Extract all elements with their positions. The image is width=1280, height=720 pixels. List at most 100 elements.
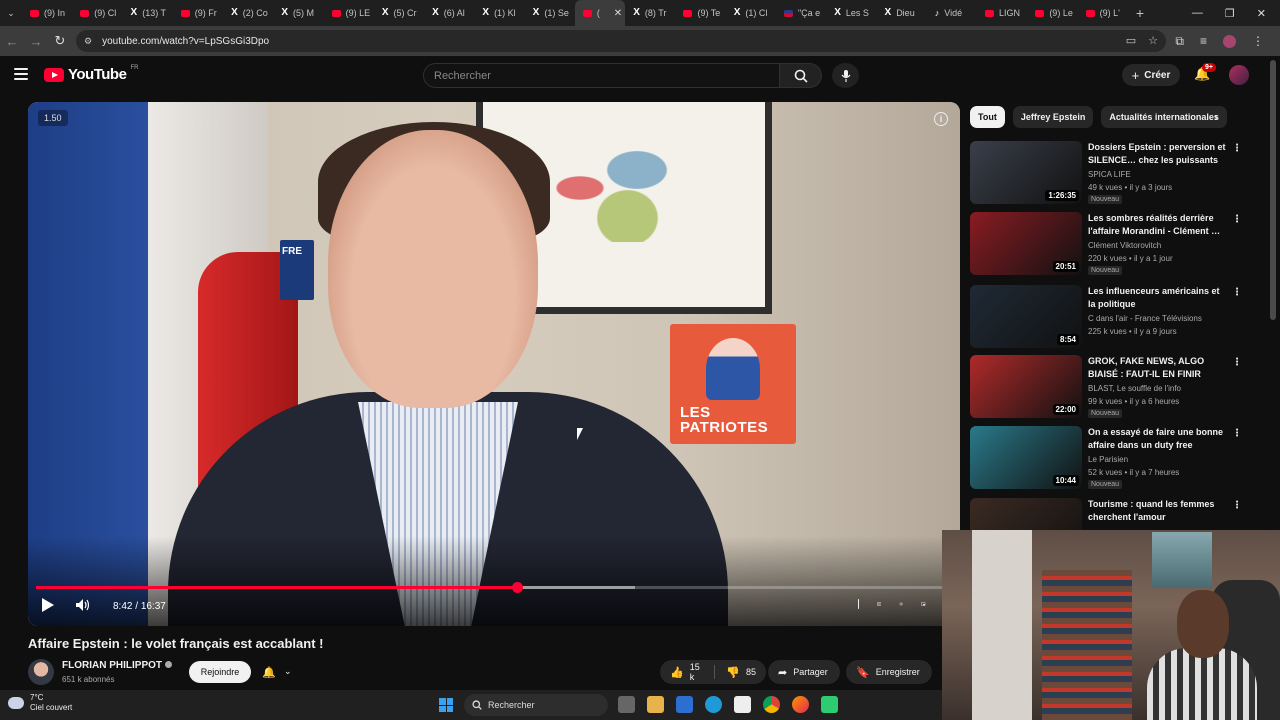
browser-tab[interactable]: (9) Fr <box>173 0 223 26</box>
filter-chip[interactable]: Tout <box>970 106 1005 128</box>
recommended-video[interactable]: 8:54 Les influenceurs américains et la po… <box>970 285 1250 351</box>
recommended-channel[interactable]: Clément Viktorovitch <box>1088 241 1161 250</box>
video-thumbnail[interactable]: 22:00 <box>970 355 1082 418</box>
store-icon[interactable] <box>676 696 693 713</box>
cast-icon[interactable]: ▭ <box>1126 34 1136 47</box>
recommended-channel[interactable]: C dans l'air - France Télévisions <box>1088 314 1202 323</box>
more-options-icon[interactable]: ⋮ <box>1232 214 1242 225</box>
browser-tab[interactable]: (9) Le <box>1027 0 1077 26</box>
browser-tab[interactable]: X (5) Cr <box>374 0 424 26</box>
profile-avatar[interactable] <box>1223 34 1236 48</box>
progress-bar[interactable] <box>36 582 944 593</box>
chrome-icon[interactable] <box>763 696 780 713</box>
browser-tab[interactable]: (9) Cl <box>72 0 122 26</box>
filter-chip[interactable]: Jeffrey Epstein <box>1012 106 1094 128</box>
browser-tab[interactable]: X (1) Cl <box>726 0 776 26</box>
autoplay-toggle[interactable] <box>858 599 859 609</box>
spotify-like-icon[interactable] <box>821 696 838 713</box>
miniplayer-icon[interactable] <box>921 599 926 609</box>
channel-avatar[interactable] <box>28 659 54 685</box>
recommended-title[interactable]: Tourisme : quand les femmes cherchent l'… <box>1088 498 1228 524</box>
close-tab-icon[interactable]: ✕ <box>614 8 622 19</box>
browser-tab[interactable]: LIGN <box>977 0 1027 26</box>
browser-tab[interactable]: (9) In <box>22 0 72 26</box>
reload-icon[interactable]: ↻ <box>48 33 72 49</box>
share-button[interactable]: ➦ Partager <box>768 660 840 684</box>
video-thumbnail[interactable]: 8:54 <box>970 285 1082 348</box>
tab-search-icon[interactable]: ⌄ <box>0 0 22 26</box>
recommended-video[interactable]: 22:00 GROK, FAKE NEWS, ALGO BIAISÉ : FAUT… <box>970 355 1250 421</box>
search-input[interactable]: Rechercher <box>423 63 780 88</box>
store-bag-icon[interactable] <box>734 696 751 713</box>
page-scrollbar[interactable] <box>1270 60 1276 320</box>
task-view-icon[interactable] <box>618 696 635 713</box>
extensions-icon[interactable]: ⧉ <box>1175 34 1184 49</box>
browser-tab[interactable]: X (1) Se <box>525 0 575 26</box>
weather-widget[interactable]: 7°C Ciel couvert <box>8 693 72 713</box>
firefox-icon[interactable] <box>792 696 809 713</box>
youtube-logo[interactable]: YouTube FR <box>44 65 138 83</box>
edge-icon[interactable] <box>705 696 722 713</box>
recommended-title[interactable]: Les sombres réalités derrière l'affaire … <box>1088 212 1228 238</box>
recommended-title[interactable]: Les influenceurs américains et la politi… <box>1088 285 1228 311</box>
browser-tab[interactable]: X (5) M <box>273 0 323 26</box>
settings-gear-icon[interactable] <box>899 599 903 609</box>
browser-tab[interactable]: X (8) Tr <box>625 0 675 26</box>
chevron-right-icon[interactable]: › <box>1214 110 1218 124</box>
more-options-icon[interactable]: ⋮ <box>1232 428 1242 439</box>
browser-tab[interactable]: (✕ <box>574 0 626 26</box>
bookmark-star-icon[interactable]: ☆ <box>1148 34 1158 47</box>
video-thumbnail[interactable]: 10:44 <box>970 426 1082 489</box>
recommended-title[interactable]: GROK, FAKE NEWS, ALGO BIAISÉ : FAUT-IL E… <box>1088 355 1228 381</box>
browser-tab[interactable]: (9) Te <box>675 0 725 26</box>
browser-tab[interactable]: X (1) Kl <box>474 0 524 26</box>
more-options-icon[interactable]: ⋮ <box>1232 500 1242 511</box>
recommended-title[interactable]: Dossiers Epstein : perversion et SILENCE… <box>1088 141 1228 167</box>
recommended-channel[interactable]: Le Parisien <box>1088 455 1128 464</box>
filter-chip[interactable]: Actualités internationales <box>1101 106 1227 128</box>
video-thumbnail[interactable]: 1:26:35 <box>970 141 1082 204</box>
browser-tab[interactable]: X Les S <box>826 0 876 26</box>
browser-tab[interactable]: ♪ Vidé <box>927 0 977 26</box>
back-icon[interactable]: ← <box>0 34 24 49</box>
maximize-icon[interactable]: ❐ <box>1225 7 1235 20</box>
like-count[interactable]: 15 k <box>690 662 702 682</box>
more-options-icon[interactable]: ⋮ <box>1232 357 1242 368</box>
thumbs-down-icon[interactable]: 👎 <box>726 666 740 679</box>
browser-tab[interactable]: X (6) Al <box>424 0 474 26</box>
info-icon[interactable]: i <box>934 112 948 126</box>
volume-icon[interactable] <box>76 599 90 611</box>
join-button[interactable]: Rejoindre <box>189 661 251 683</box>
forward-icon[interactable]: → <box>24 34 48 49</box>
taskbar-search[interactable]: Rechercher <box>464 694 608 716</box>
chevron-down-icon[interactable]: ⌄ <box>284 666 292 677</box>
voice-search-button[interactable] <box>832 63 859 88</box>
play-icon[interactable] <box>42 598 54 612</box>
subscription-bell-icon[interactable]: 🔔 <box>262 666 276 679</box>
media-icon[interactable]: ≡ <box>1200 34 1207 48</box>
channel-name[interactable]: FLORIAN PHILIPPOT <box>62 660 162 671</box>
search-button[interactable] <box>780 63 822 88</box>
browser-tab[interactable]: (9) L' <box>1078 0 1128 26</box>
recommended-video[interactable]: 1:26:35 Dossiers Epstein : perversion et … <box>970 141 1250 207</box>
browser-tab[interactable]: X (13) T <box>123 0 173 26</box>
browser-tab[interactable]: "Ça e <box>776 0 826 26</box>
minimize-icon[interactable]: — <box>1192 7 1203 20</box>
account-avatar[interactable] <box>1229 65 1249 85</box>
recommended-channel[interactable]: BLAST, Le souffle de l'info <box>1088 384 1181 393</box>
video-thumbnail[interactable]: 20:51 <box>970 212 1082 275</box>
file-explorer-icon[interactable] <box>647 696 664 713</box>
new-tab-icon[interactable]: + <box>1128 5 1152 21</box>
url-input[interactable]: ⚙ youtube.com/watch?v=LpSGsGi3Dpo ▭ ☆ <box>76 30 1166 52</box>
subtitles-icon[interactable] <box>876 599 882 609</box>
browser-menu-icon[interactable]: ⋮ <box>1252 34 1264 48</box>
save-button[interactable]: 🔖 Enregistrer <box>846 660 932 684</box>
close-window-icon[interactable]: ✕ <box>1257 7 1266 20</box>
video-player[interactable]: FRE LES PATRIOTES 1.50 i 8:42 / 16:37 <box>28 102 960 626</box>
recommended-video[interactable]: 20:51 Les sombres réalités derrière l'aff… <box>970 212 1250 278</box>
browser-tab[interactable]: X Dieu <box>877 0 927 26</box>
site-info-icon[interactable]: ⚙ <box>84 36 92 47</box>
dislike-count[interactable]: 85 <box>746 667 756 677</box>
create-button[interactable]: + Créer <box>1122 64 1180 86</box>
thumbs-up-icon[interactable]: 👍 <box>670 666 684 679</box>
